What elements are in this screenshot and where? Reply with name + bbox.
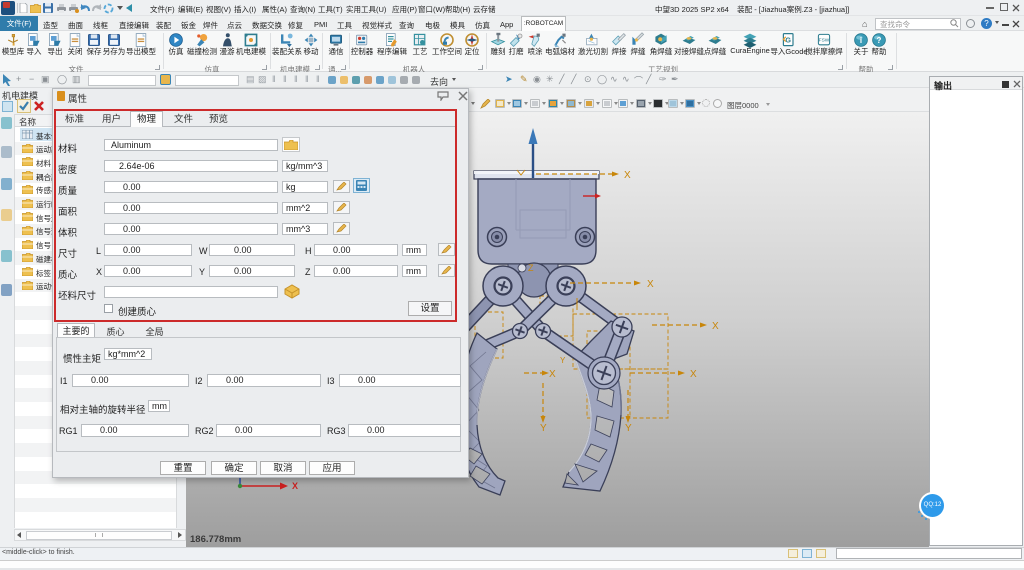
svg-text:FSW: FSW <box>819 37 830 43</box>
svg-text:Y: Y <box>560 356 566 365</box>
svg-text:X: X <box>690 369 697 380</box>
svg-text:Y: Y <box>540 423 547 434</box>
svg-text:G: G <box>785 35 791 44</box>
svg-text:i: i <box>860 36 862 45</box>
svg-text:?: ? <box>877 36 882 45</box>
svg-text:X: X <box>549 369 556 380</box>
svg-text:X: X <box>712 321 719 332</box>
svg-text:X: X <box>292 481 298 491</box>
svg-text:Y: Y <box>625 423 632 434</box>
svg-text:X: X <box>647 279 654 290</box>
svg-text:Z: Z <box>528 263 534 273</box>
svg-text:X: X <box>624 170 631 181</box>
